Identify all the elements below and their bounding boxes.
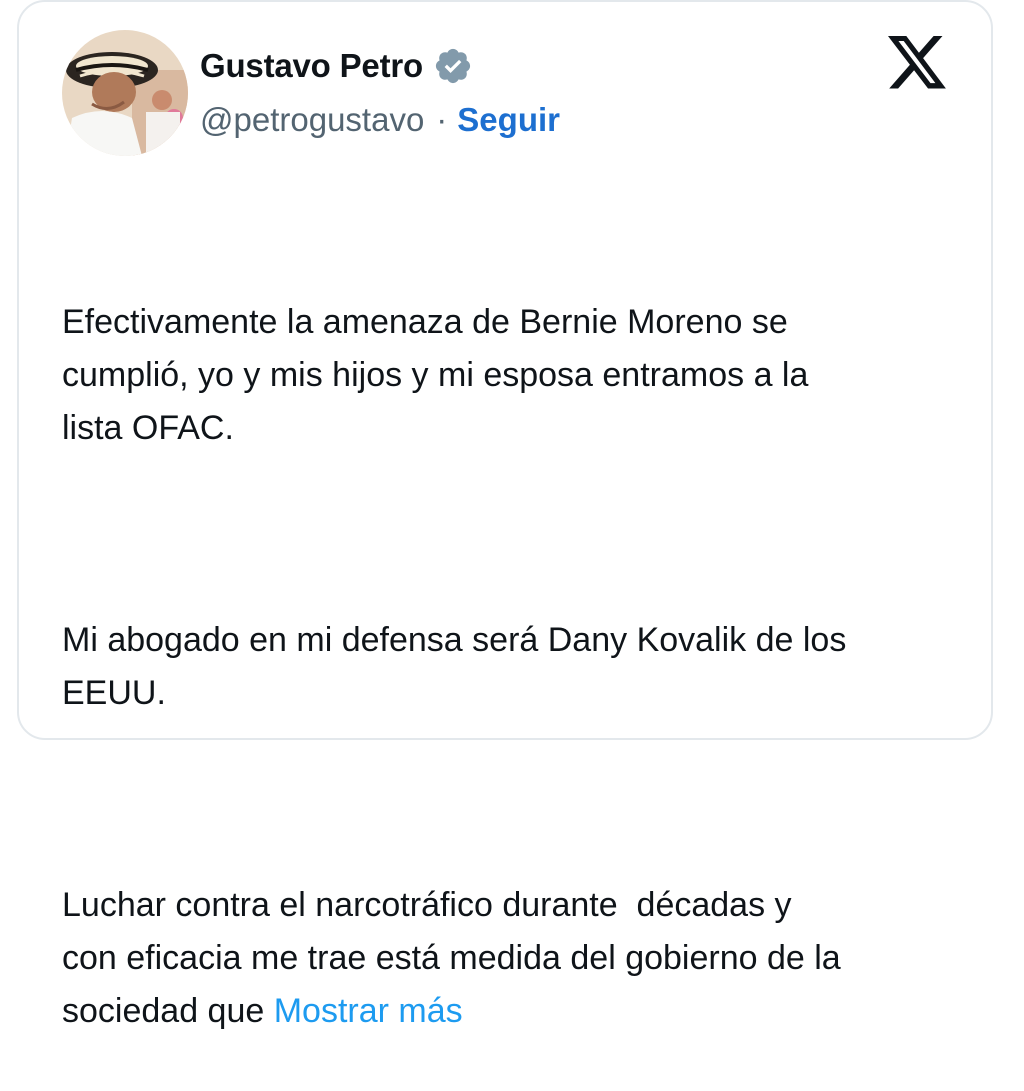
avatar-photo xyxy=(62,30,188,156)
x-logo-icon[interactable] xyxy=(888,36,948,92)
show-more-link[interactable]: Mostrar más xyxy=(274,992,463,1030)
author-handle-row: @petrogustavo · Seguir xyxy=(200,98,560,142)
follow-button[interactable]: Seguir xyxy=(457,101,560,139)
author-avatar[interactable] xyxy=(62,30,188,156)
author-name-row: Gustavo Petro xyxy=(200,44,473,88)
tweet-body: Efectivamente la amenaza de Bernie Moren… xyxy=(62,190,962,1091)
separator-dot: · xyxy=(436,101,448,138)
tweet-paragraph-last: Luchar contra el narcotráfico durante dé… xyxy=(62,879,962,1038)
tweet-paragraph: Efectivamente la amenaza de Bernie Moren… xyxy=(62,303,809,447)
author-handle[interactable]: @petrogustavo xyxy=(200,101,424,139)
verified-badge-icon xyxy=(433,46,473,86)
tweet-paragraph: Mi abogado en mi defensa será Dany Koval… xyxy=(62,621,847,712)
author-name[interactable]: Gustavo Petro xyxy=(200,47,423,85)
